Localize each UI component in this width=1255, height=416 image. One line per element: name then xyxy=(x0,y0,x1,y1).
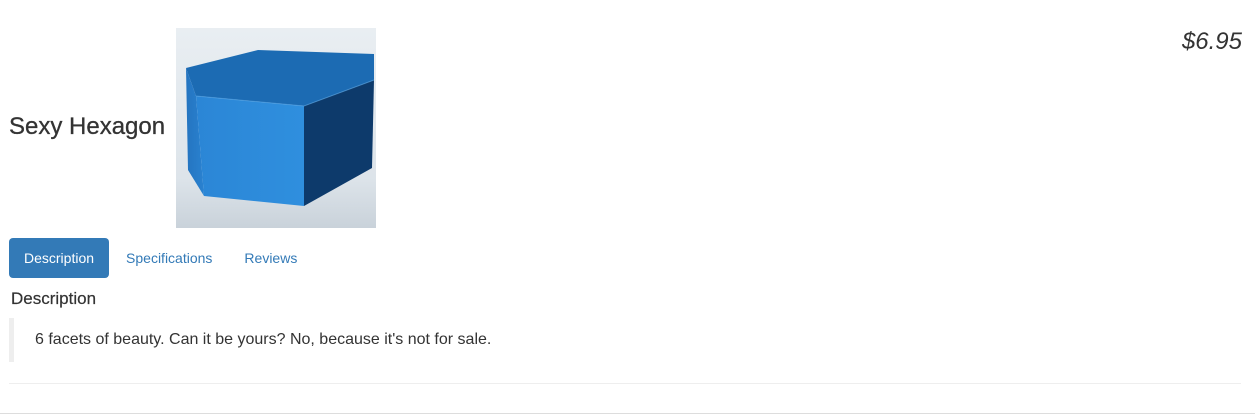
page-divider xyxy=(0,413,1255,414)
description-heading: Description xyxy=(11,289,97,308)
tab-reviews[interactable]: Reviews xyxy=(229,238,312,278)
product-title: Sexy Hexagon xyxy=(9,113,166,140)
tab-specifications[interactable]: Specifications xyxy=(111,238,227,278)
product-header: Sexy Hexagon $6.95 xyxy=(0,0,1255,230)
product-image xyxy=(176,28,376,228)
product-price: $6.95 xyxy=(1181,28,1242,55)
panel-divider xyxy=(9,383,1241,384)
description-text: 6 facets of beauty. Can it be yours? No,… xyxy=(9,318,1209,362)
product-tabs: Description Specifications Reviews xyxy=(9,238,312,278)
tab-description[interactable]: Description xyxy=(9,238,110,278)
product-page: Sexy Hexagon $6.95 Description Specifica… xyxy=(0,0,1255,416)
